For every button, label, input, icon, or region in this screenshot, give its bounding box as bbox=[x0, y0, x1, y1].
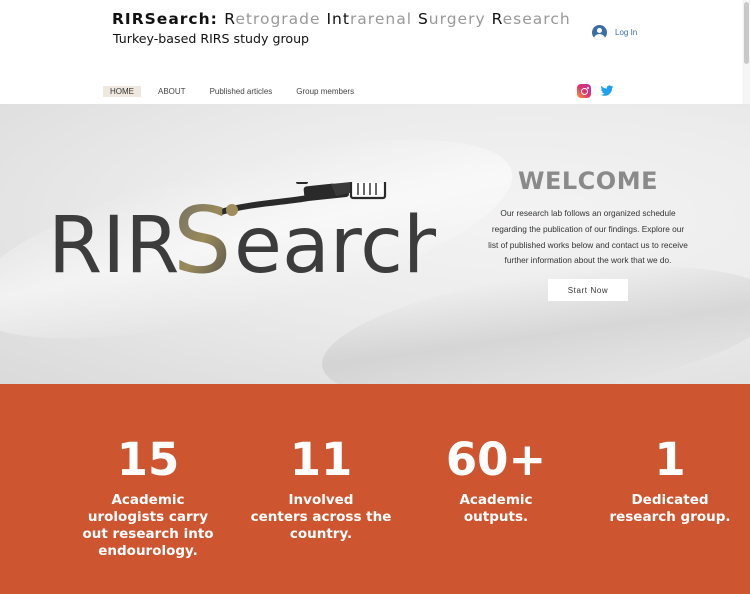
stat-label: Involved centers across the country. bbox=[231, 492, 411, 543]
stat-label: Dedicated research group. bbox=[580, 492, 750, 526]
twitter-icon[interactable] bbox=[600, 84, 614, 98]
stat-label-line: urologists carry bbox=[87, 509, 209, 525]
stat-research-group: 1 Dedicated research group. bbox=[580, 384, 750, 526]
site-header: RIRSearch: Retrograde Intrarenal Surgery… bbox=[0, 0, 750, 104]
social-links bbox=[577, 84, 614, 98]
stat-number: 1 bbox=[654, 433, 686, 486]
stat-label: Academic urologists carry out research i… bbox=[58, 492, 238, 560]
logo-text-s: S bbox=[173, 187, 231, 282]
title-part: nt bbox=[332, 10, 350, 28]
logo-text-earch: earch bbox=[234, 201, 436, 282]
stat-label: Academic outputs. bbox=[406, 492, 586, 526]
stat-label-line: outputs. bbox=[463, 509, 529, 525]
stat-urologists: 15 Academic urologists carry out researc… bbox=[58, 384, 238, 560]
nav-item-home[interactable]: HOME bbox=[103, 86, 141, 97]
welcome-text: Our research lab follows an organized sc… bbox=[476, 206, 700, 269]
welcome-line: Our research lab follows an organized sc… bbox=[500, 208, 676, 218]
welcome-line: list of published works below and contac… bbox=[488, 239, 688, 250]
stat-outputs: 60+ Academic outputs. bbox=[406, 384, 586, 526]
title-part: R bbox=[224, 10, 236, 28]
stat-label-line: endourology. bbox=[98, 543, 198, 559]
welcome-heading: WELCOME bbox=[518, 167, 658, 195]
stat-number: 60+ bbox=[445, 433, 547, 486]
welcome-line: further information about the work that … bbox=[504, 255, 672, 266]
user-avatar-icon bbox=[592, 25, 607, 40]
stat-centers: 11 Involved centers across the country. bbox=[231, 384, 411, 543]
scrollbar[interactable] bbox=[742, 0, 750, 104]
stat-label-line: centers across the bbox=[250, 509, 392, 525]
hero-section: RIR S earch WELCOME Our research lab fol… bbox=[0, 104, 750, 384]
stat-label-line: Academic bbox=[111, 492, 185, 508]
main-nav: HOME ABOUT Published articles Group memb… bbox=[103, 86, 361, 97]
welcome-line: regarding the publication of our finding… bbox=[491, 223, 685, 234]
stat-label-line: Dedicated bbox=[631, 492, 709, 508]
title-part: S bbox=[417, 10, 429, 28]
stats-section: 15 Academic urologists carry out researc… bbox=[0, 384, 750, 594]
login-label: Log In bbox=[615, 28, 638, 37]
site-subtitle: Turkey-based RIRS study group bbox=[113, 31, 310, 46]
nav-item-about[interactable]: ABOUT bbox=[151, 86, 193, 97]
nav-item-published-articles[interactable]: Published articles bbox=[203, 86, 280, 97]
stat-label-line: Academic bbox=[459, 492, 533, 508]
stat-label-line: out research into bbox=[82, 526, 214, 542]
rirsearch-logo: RIR S earch bbox=[48, 182, 436, 282]
stat-number: 15 bbox=[116, 433, 180, 486]
start-now-button[interactable]: Start Now bbox=[548, 279, 628, 301]
login-button[interactable]: Log In bbox=[592, 25, 637, 40]
nav-item-group-members[interactable]: Group members bbox=[289, 86, 361, 97]
stat-number: 11 bbox=[289, 433, 353, 486]
scrollbar-thumb[interactable] bbox=[744, 2, 749, 64]
stat-label-line: country. bbox=[289, 526, 353, 542]
stat-label-line: research group. bbox=[609, 509, 731, 525]
title-part: rarenal bbox=[349, 10, 418, 28]
title-part: etrograde bbox=[235, 10, 327, 28]
site-title[interactable]: RIRSearch: Retrograde Intrarenal Surgery… bbox=[112, 10, 571, 28]
stat-label-line: Involved bbox=[288, 492, 354, 508]
title-part: R bbox=[491, 10, 503, 28]
title-part: urgery bbox=[428, 10, 492, 28]
logo-text-rir: RIR bbox=[48, 201, 179, 282]
title-part: RIRSearch: bbox=[112, 10, 225, 28]
instagram-icon[interactable] bbox=[577, 84, 591, 98]
title-part: esearch bbox=[502, 10, 571, 28]
